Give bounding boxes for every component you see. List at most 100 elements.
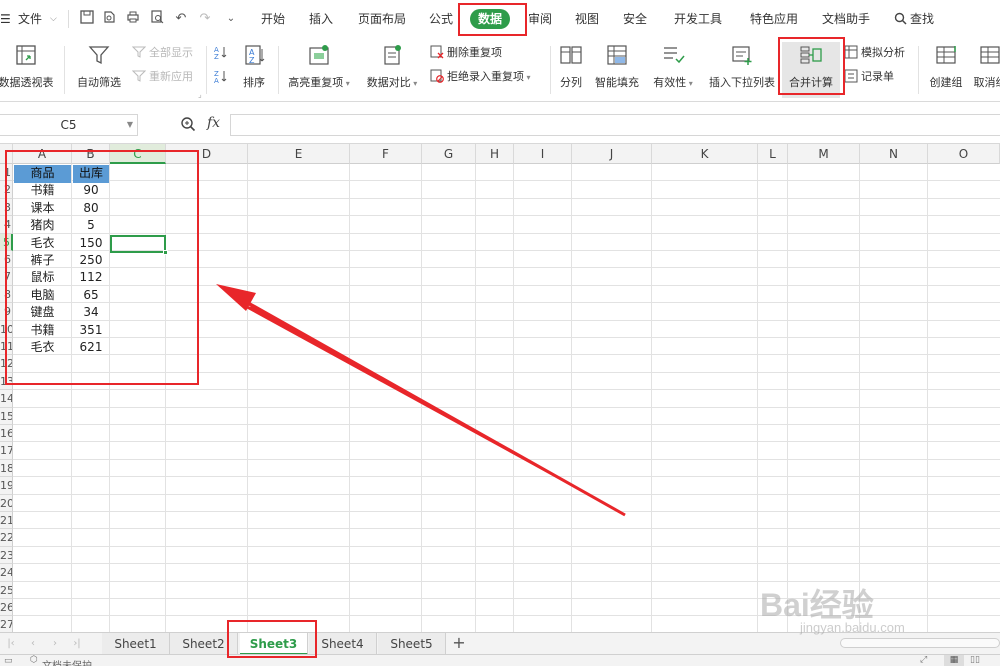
product-cell[interactable]: 键盘 <box>14 304 71 322</box>
spreadsheet-grid[interactable]: A B C D E F G H I J K L M N O 1234567891… <box>0 144 1000 632</box>
create-group-button[interactable]: 创建组 <box>924 42 968 98</box>
column-header[interactable]: O <box>928 144 1000 164</box>
sheet-tab-3[interactable]: Sheet3 <box>240 633 308 655</box>
row-header[interactable]: 10 <box>0 320 13 338</box>
tab-view[interactable]: 视图 <box>572 8 602 30</box>
product-cell[interactable]: 书籍 <box>14 322 71 340</box>
row-header[interactable]: 17 <box>0 442 13 460</box>
product-cell[interactable]: 猪肉 <box>14 217 71 235</box>
row-header[interactable]: 3 <box>0 198 13 217</box>
outbound-cell[interactable]: 5 <box>73 217 109 235</box>
sort-ascending-button[interactable]: AZ <box>214 44 231 62</box>
reapply-button[interactable]: 重新应用 <box>132 68 193 86</box>
reject-duplicates-button[interactable]: 拒绝录入重复项 ▾ <box>430 68 531 86</box>
sheet-tab-2[interactable]: Sheet2 <box>170 633 238 655</box>
column-header[interactable]: A <box>13 144 72 164</box>
tab-formula[interactable]: 公式 <box>426 8 456 30</box>
save-icon[interactable] <box>78 10 96 28</box>
product-cell[interactable]: 裤子 <box>14 252 71 270</box>
product-cell[interactable]: 电脑 <box>14 287 71 305</box>
row-header[interactable]: 25 <box>0 581 13 599</box>
column-header[interactable]: I <box>514 144 572 164</box>
sort-button[interactable]: AZ 排序 <box>236 42 272 98</box>
protection-status[interactable]: 文档未保护 <box>42 657 92 666</box>
row-header[interactable]: 4 <box>0 216 13 234</box>
outbound-cell[interactable]: 250 <box>73 252 109 270</box>
remove-duplicates-button[interactable]: 删除重复项 <box>430 44 502 62</box>
row-header[interactable]: 19 <box>0 477 13 495</box>
tab-special-apps[interactable]: 特色应用 <box>746 8 802 30</box>
row-header[interactable]: 6 <box>0 251 13 269</box>
split-columns-button[interactable]: 分列 <box>552 42 590 98</box>
what-if-analysis-button[interactable]: 模拟分析 <box>844 44 905 62</box>
fill-handle[interactable] <box>163 250 168 255</box>
tab-developer[interactable]: 开发工具 <box>670 8 726 30</box>
column-header[interactable]: E <box>248 144 350 164</box>
column-header[interactable]: G <box>422 144 476 164</box>
tab-review[interactable]: 审阅 <box>525 8 555 30</box>
row-header[interactable]: 18 <box>0 459 13 478</box>
row-header[interactable]: 7 <box>0 268 13 286</box>
column-header[interactable]: K <box>652 144 758 164</box>
tab-doc-assistant[interactable]: 文档助手 <box>818 8 874 30</box>
column-header[interactable]: N <box>860 144 928 164</box>
chevron-down-icon[interactable]: ⌵ <box>50 8 57 30</box>
column-header[interactable]: J <box>572 144 652 164</box>
outbound-cell[interactable]: 621 <box>73 339 109 357</box>
outbound-cell[interactable]: 112 <box>73 269 109 287</box>
hamburger-icon[interactable]: ☰ <box>0 8 11 30</box>
ungroup-button[interactable]: 取消组 <box>968 42 1000 98</box>
row-header[interactable]: 12 <box>0 355 13 373</box>
column-header[interactable]: B <box>72 144 110 164</box>
column-header[interactable]: F <box>350 144 422 164</box>
row-header[interactable]: 14 <box>0 390 13 408</box>
zoom-lookup-icon[interactable] <box>180 116 196 136</box>
header-cell-outbound[interactable]: 出库 <box>73 165 109 183</box>
row-header[interactable]: 27 <box>0 616 13 632</box>
formula-input[interactable] <box>230 114 1000 136</box>
chevron-down-icon[interactable]: ▼ <box>127 115 133 135</box>
row-header[interactable]: 2 <box>0 181 13 199</box>
customize-quickaccess-icon[interactable]: ⌄ <box>222 10 240 28</box>
product-cell[interactable]: 课本 <box>14 200 71 218</box>
insert-function-button[interactable]: fx <box>207 115 220 131</box>
data-compare-button[interactable]: 数据对比 ▾ <box>360 42 424 98</box>
validity-button[interactable]: 有效性 ▾ <box>648 42 698 98</box>
row-header[interactable]: 9 <box>0 303 13 321</box>
insert-dropdown-list-button[interactable]: 插入下拉列表 <box>704 42 780 98</box>
tab-insert[interactable]: 插入 <box>306 8 336 30</box>
macro-icon[interactable]: ▭ <box>4 656 13 666</box>
active-cell-c5[interactable] <box>110 235 168 255</box>
row-header[interactable]: 1 <box>0 164 13 182</box>
print-icon[interactable] <box>124 10 142 28</box>
row-header[interactable]: 23 <box>0 546 13 565</box>
column-header[interactable]: D <box>166 144 248 164</box>
row-header[interactable]: 8 <box>0 285 13 304</box>
product-cell[interactable]: 书籍 <box>14 182 71 200</box>
row-header[interactable]: 22 <box>0 529 13 547</box>
row-header[interactable]: 26 <box>0 599 13 617</box>
outbound-cell[interactable]: 34 <box>73 304 109 322</box>
outbound-cell[interactable]: 351 <box>73 322 109 340</box>
row-header[interactable]: 20 <box>0 494 13 512</box>
search-icon[interactable] <box>894 8 907 30</box>
tab-security[interactable]: 安全 <box>620 8 650 30</box>
redo-icon[interactable]: ↷ <box>196 10 214 28</box>
column-header[interactable]: M <box>788 144 860 164</box>
tab-data[interactable]: 数据 <box>470 9 510 29</box>
tab-page-layout[interactable]: 页面布局 <box>354 8 410 30</box>
select-all-corner[interactable] <box>0 144 13 164</box>
tab-home[interactable]: 开始 <box>258 8 288 30</box>
flash-fill-button[interactable]: 智能填充 <box>592 42 642 98</box>
column-header[interactable]: C <box>110 144 166 164</box>
show-all-button[interactable]: 全部显示 <box>132 44 193 62</box>
search-button[interactable]: 查找 <box>910 8 934 30</box>
row-header[interactable]: 15 <box>0 407 13 425</box>
highlight-duplicates-button[interactable]: 高亮重复项 ▾ <box>282 42 356 98</box>
row-header[interactable]: 13 <box>0 372 13 391</box>
first-sheet-icon[interactable]: |‹ <box>2 636 20 652</box>
print-preview-icon[interactable] <box>148 10 166 28</box>
product-cell[interactable]: 毛衣 <box>14 235 71 253</box>
row-header[interactable]: 5 <box>0 233 13 251</box>
product-cell[interactable]: 鼠标 <box>14 269 71 287</box>
